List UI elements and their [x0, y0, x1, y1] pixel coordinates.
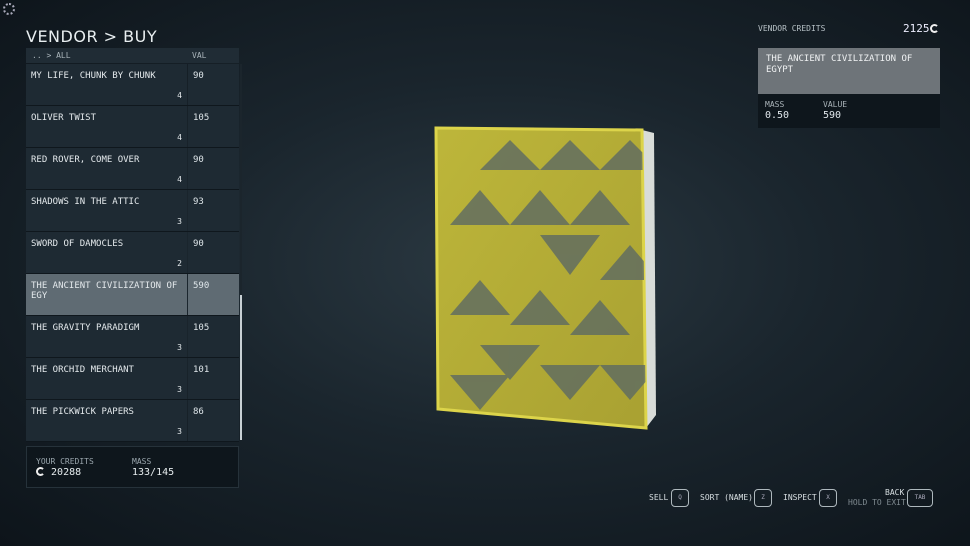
player-info: YOUR CREDITS 20288 MASS 133/145	[26, 446, 239, 488]
item-name: MY LIFE, CHUNK BY CHUNK	[31, 71, 156, 81]
item-name: SHADOWS IN THE ATTIC	[31, 197, 140, 207]
item-qty: 4	[177, 133, 182, 142]
item-value: 101	[188, 358, 239, 399]
detail-value: 590	[823, 110, 842, 121]
breadcrumb[interactable]: .. > ALL	[32, 51, 71, 60]
credits-icon	[36, 467, 45, 476]
detail-mass-label: MASS	[765, 100, 785, 109]
item-value: 90	[188, 64, 239, 105]
list-item[interactable]: THE ANCIENT CIVILIZATION OF EGY 590	[26, 274, 239, 316]
vendor-credits: 2125	[903, 22, 930, 35]
item-value: 90	[188, 232, 239, 273]
item-qty: 4	[177, 175, 182, 184]
val-header[interactable]: VAL	[192, 51, 206, 60]
item-list: (function(){const d=JSON.parse(document.…	[26, 64, 239, 442]
list-item[interactable]: SHADOWS IN THE ATTIC 3 93	[26, 190, 239, 232]
inspect-label[interactable]: INSPECT	[783, 493, 817, 502]
vendor-credits-label: VENDOR CREDITS	[758, 24, 826, 33]
hold-to-exit-label: HOLD TO EXIT	[848, 498, 906, 507]
mass-value: 133/145	[132, 467, 175, 478]
item-name: THE ANCIENT CIVILIZATION OF EGY	[31, 281, 178, 301]
list-item[interactable]: THE ORCHID MERCHANT 3 101	[26, 358, 239, 400]
sell-label[interactable]: SELL	[649, 493, 668, 502]
inspect-key[interactable]: X	[819, 489, 837, 507]
item-qty: 3	[177, 385, 182, 394]
item-qty: 3	[177, 343, 182, 352]
your-credits: 20288	[51, 467, 82, 478]
list-item[interactable]: RED ROVER, COME OVER 4 90	[26, 148, 239, 190]
book-model	[434, 126, 656, 430]
item-name: THE PICKWICK PAPERS	[31, 407, 134, 417]
sort-label[interactable]: SORT (NAME)	[700, 493, 753, 502]
list-item[interactable]: THE PICKWICK PAPERS 3 86	[26, 400, 239, 442]
item-name: OLIVER TWIST	[31, 113, 97, 123]
back-label[interactable]: BACK	[885, 488, 904, 497]
page-title: VENDOR > BUY	[26, 27, 158, 46]
item-value: 105	[188, 106, 239, 147]
sort-key[interactable]: Z	[754, 489, 772, 507]
detail-mass: 0.50	[765, 110, 790, 121]
item-value: 86	[188, 400, 239, 441]
mass-label: MASS	[132, 457, 152, 466]
sell-key[interactable]: Q	[671, 489, 689, 507]
item-detail-title: THE ANCIENT CIVILIZATION OF EGYPT	[758, 48, 940, 94]
scrollbar-thumb[interactable]	[240, 295, 242, 440]
item-value: 590	[188, 274, 239, 315]
credits-icon	[929, 24, 939, 33]
back-key[interactable]: TAB	[907, 489, 933, 507]
item-value: 105	[188, 316, 239, 357]
item-name: THE GRAVITY PARADIGM	[31, 323, 140, 333]
system-icon[interactable]	[3, 3, 15, 15]
item-value: 93	[188, 190, 239, 231]
item-value: 90	[188, 148, 239, 189]
your-credits-label: YOUR CREDITS	[36, 457, 94, 466]
list-item[interactable]: MY LIFE, CHUNK BY CHUNK 4 90	[26, 64, 239, 106]
list-header: .. > ALL VAL	[26, 48, 239, 63]
item-name: THE ORCHID MERCHANT	[31, 365, 134, 375]
item-qty: 3	[177, 427, 182, 436]
item-name: RED ROVER, COME OVER	[31, 155, 140, 165]
item-qty: 2	[177, 259, 182, 268]
item-stats: MASS 0.50 VALUE 590	[758, 94, 940, 128]
list-item[interactable]: OLIVER TWIST 4 105	[26, 106, 239, 148]
item-qty: 3	[177, 217, 182, 226]
item-qty: 4	[177, 91, 182, 100]
list-item[interactable]: THE GRAVITY PARADIGM 3 105	[26, 316, 239, 358]
list-item[interactable]: SWORD OF DAMOCLES 2 90	[26, 232, 239, 274]
item-name: SWORD OF DAMOCLES	[31, 239, 124, 249]
detail-value-label: VALUE	[823, 100, 848, 109]
